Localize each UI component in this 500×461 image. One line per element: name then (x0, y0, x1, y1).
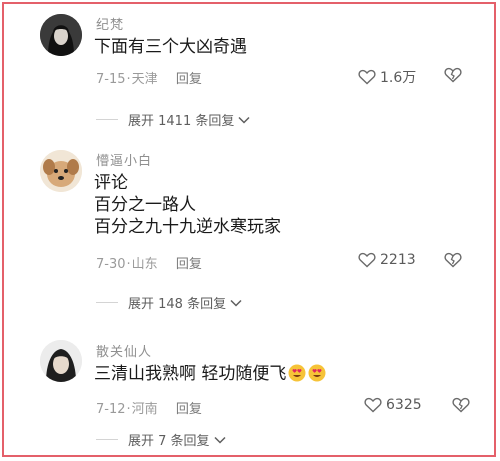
reply-button[interactable]: 回复 (176, 257, 202, 272)
divider-line (96, 302, 118, 303)
avatar[interactable] (40, 14, 82, 56)
comment-location: 山东 (131, 257, 158, 272)
comment-meta: 7-30·山东 回复 (96, 257, 202, 272)
expand-label: 展开 148 条回复 (128, 297, 227, 312)
expand-label: 展开 7 条回复 (128, 434, 210, 449)
avatar-image (40, 150, 82, 192)
comment-date: 7-12 (96, 402, 126, 417)
avatar-image (40, 340, 82, 382)
comment-line: 三清山我熟啊 轻功随便飞 (94, 363, 326, 385)
like-button[interactable]: 2213 (358, 252, 416, 268)
broken-heart-icon (444, 252, 462, 268)
expand-replies-button[interactable]: 展开 1411 条回复 (96, 110, 250, 129)
comment-date: 7-30 (96, 257, 126, 272)
reply-button[interactable]: 回复 (176, 72, 202, 87)
heart-icon (358, 252, 376, 268)
comment-line: 百分之一路人 (94, 195, 196, 215)
dislike-button[interactable] (452, 397, 470, 417)
chevron-down-icon (230, 299, 242, 307)
like-count: 2213 (380, 252, 416, 268)
reply-button[interactable]: 回复 (176, 402, 202, 417)
comment-meta: 7-12·河南 回复 (96, 402, 202, 417)
broken-heart-icon (444, 67, 462, 83)
chevron-down-icon (238, 116, 250, 124)
like-count: 1.6万 (380, 70, 417, 86)
divider-line (96, 439, 118, 440)
divider-line (96, 119, 118, 120)
dislike-button[interactable] (444, 67, 462, 87)
username[interactable]: 纪梵 (96, 14, 124, 33)
avatar-image (40, 14, 82, 56)
comment-meta: 7-15·天津 回复 (96, 72, 202, 87)
broken-heart-icon (452, 397, 470, 413)
like-count: 6325 (386, 397, 422, 413)
heart-icon (364, 397, 382, 413)
comment-text: 三清山我熟啊 轻功随便飞 (94, 363, 326, 385)
comment-line: 百分之九十九逆水寒玩家 (94, 217, 281, 237)
like-button[interactable]: 1.6万 (358, 67, 416, 87)
comment-line: 下面有三个大凶奇遇 (94, 37, 247, 57)
username[interactable]: 懵逼小白 (96, 150, 152, 169)
avatar[interactable] (40, 340, 82, 382)
expand-replies-button[interactable]: 展开 7 条回复 (96, 430, 226, 449)
expand-replies-button[interactable]: 展开 148 条回复 (96, 293, 242, 312)
expand-label: 展开 1411 条回复 (128, 114, 235, 129)
comment-text: 下面有三个大凶奇遇 (94, 36, 247, 58)
comment-date: 7-15 (96, 72, 126, 87)
username[interactable]: 散关仙人 (96, 341, 152, 360)
comment-location: 天津 (131, 72, 158, 87)
avatar[interactable] (40, 150, 82, 192)
dislike-button[interactable] (444, 252, 462, 272)
chevron-down-icon (214, 436, 226, 444)
like-button[interactable]: 6325 (364, 397, 422, 413)
comment-location: 河南 (131, 402, 158, 417)
heart-icon (358, 69, 376, 85)
comment-line: 评论 (94, 173, 128, 193)
comment-text: 评论 百分之一路人 百分之九十九逆水寒玩家 (94, 172, 281, 238)
emoji-heart-eyes-icon (288, 364, 306, 382)
emoji-heart-eyes-icon (308, 364, 326, 382)
